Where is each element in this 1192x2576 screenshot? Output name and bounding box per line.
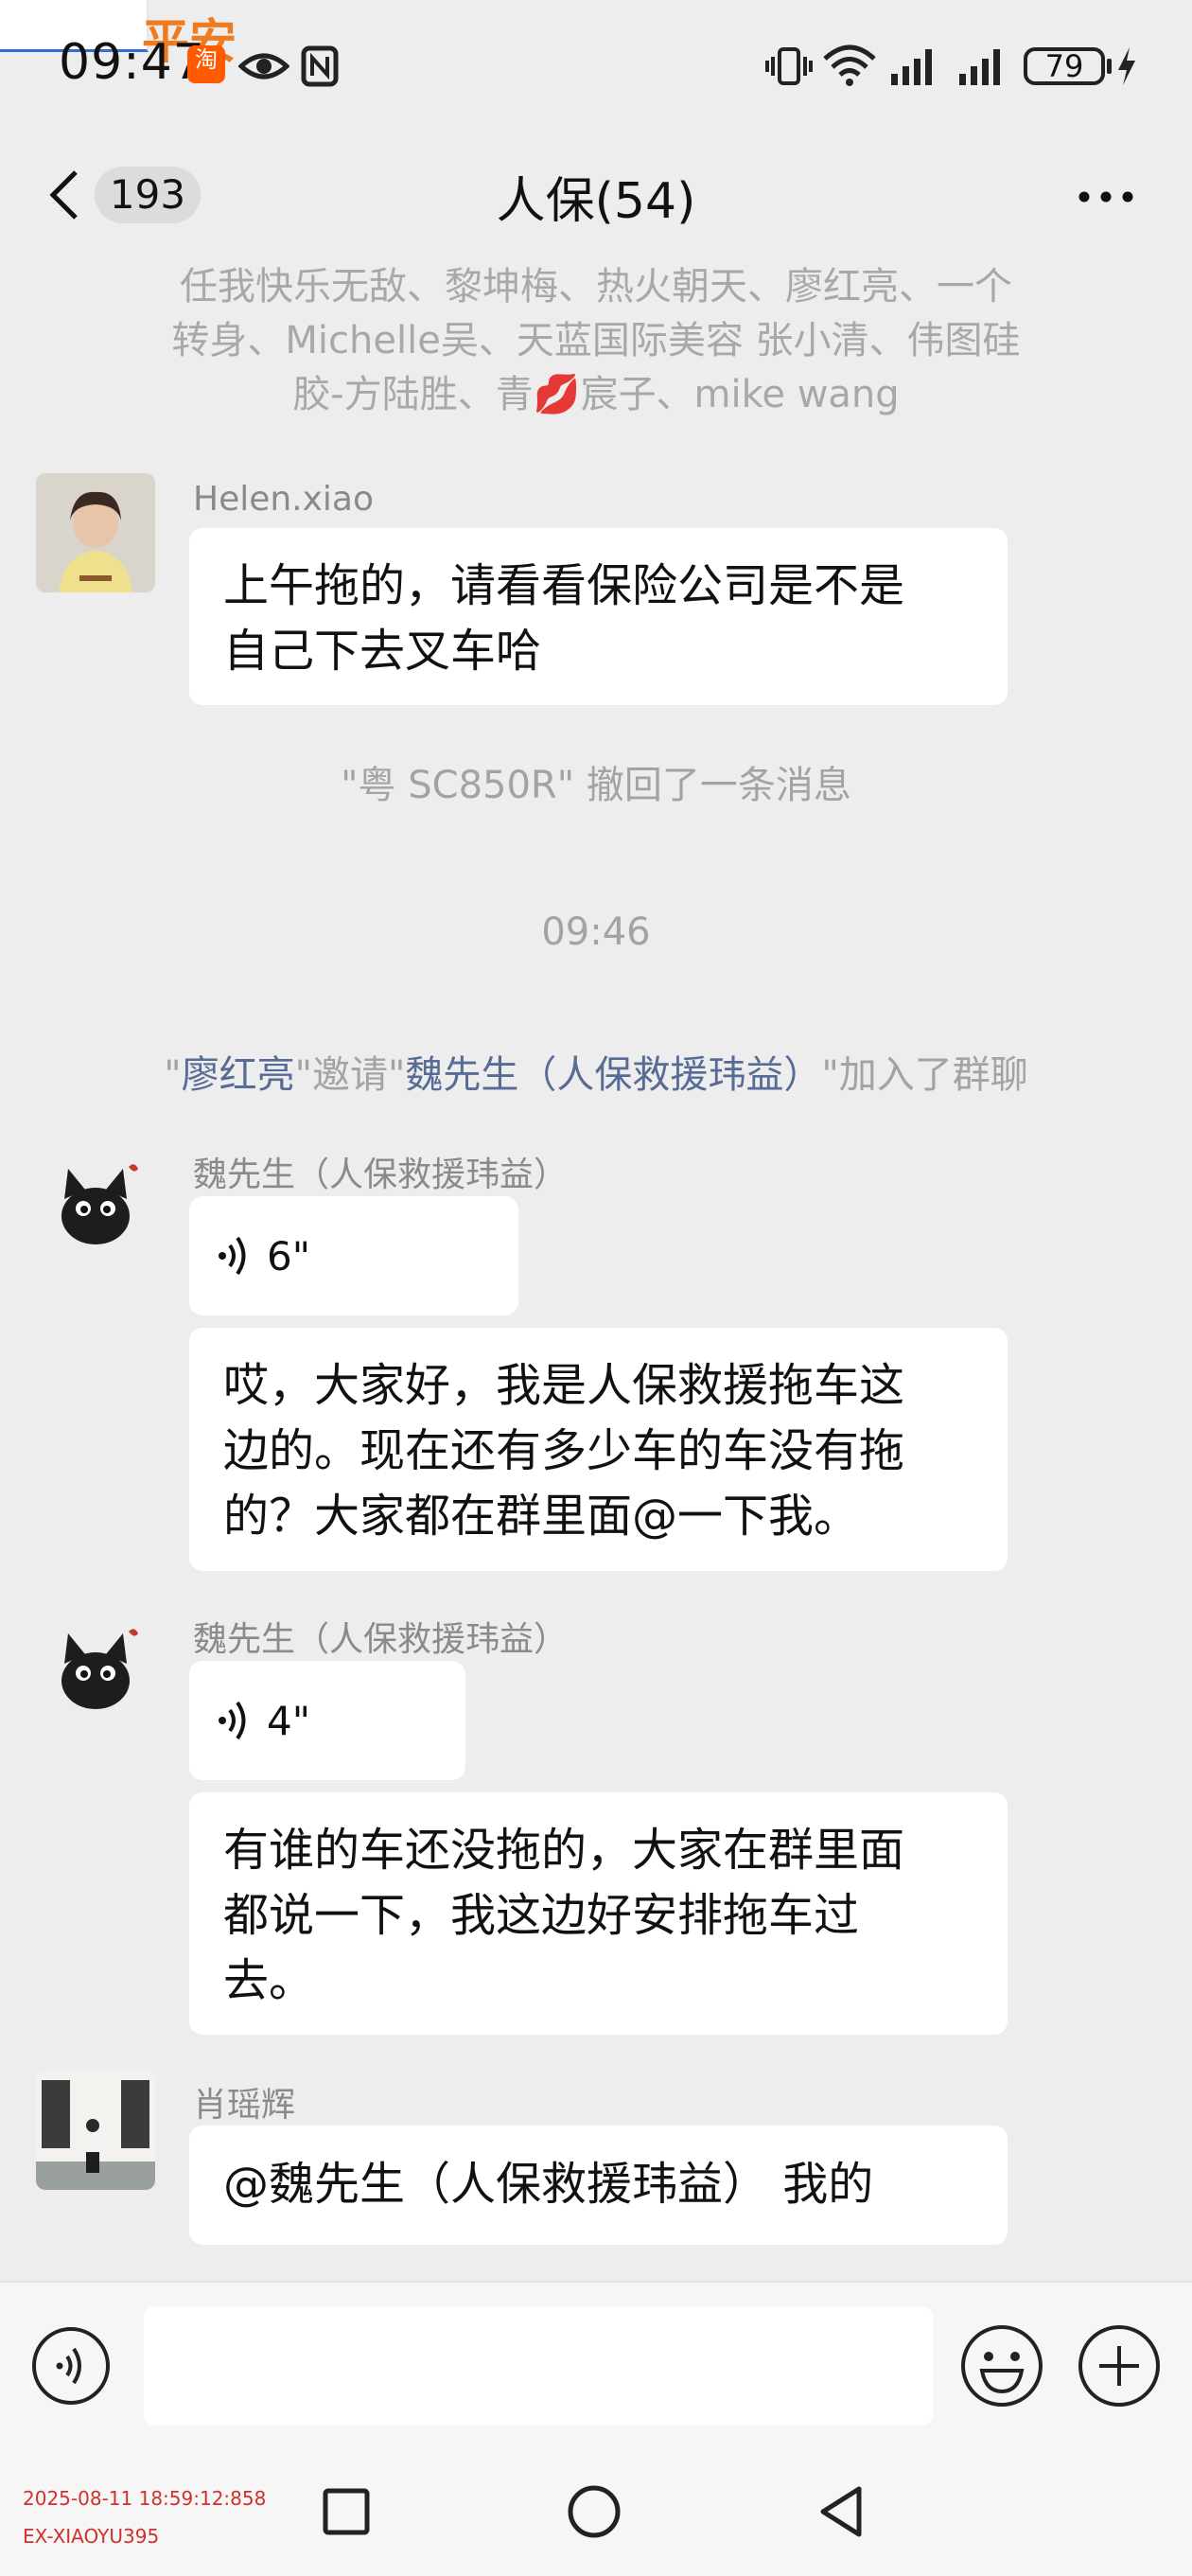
invite-notice: "廖红亮"邀请"魏先生（人保救援玮益）"加入了群聊	[57, 1044, 1135, 1099]
voice-duration: 6"	[267, 1232, 311, 1279]
sender-name: Helen.xiao	[193, 480, 375, 519]
voice-mode-icon[interactable]	[30, 2325, 112, 2407]
invite-verb: "邀请"	[294, 1053, 406, 1097]
sender-name: 肖瑶辉	[193, 2086, 296, 2125]
members-line-3: 胶-方陆胜、青💋宸子、mike wang	[114, 368, 1078, 422]
members-line-1: 任我快乐无敌、黎坤梅、热火朝天、廖红亮、一个	[180, 265, 1012, 309]
recents-square-icon[interactable]	[316, 2481, 377, 2542]
invite-suffix: "加入了群聊	[821, 1053, 1028, 1097]
status-time: 09:47	[59, 34, 205, 91]
message-input[interactable]	[144, 2306, 933, 2426]
avatar-wei[interactable]	[36, 1142, 155, 1262]
message-bubble[interactable]: 哎，大家好，我是人保救援拖车这 边的。现在还有多少车的车没有拖 的？大家都在群里…	[189, 1328, 1008, 1571]
avatar-wei[interactable]	[36, 1607, 155, 1726]
group-members-notice: 任我快乐无敌、黎坤梅、热火朝天、廖红亮、一个 转身、Michelle吴、天蓝国际…	[114, 260, 1078, 422]
signal-icon	[959, 49, 1000, 85]
wifi-icon	[823, 44, 876, 86]
kiss-emoji: 💋	[533, 373, 581, 416]
message-bubble[interactable]: 上午拖的，请看看保险公司是不是 自己下去叉车哈	[189, 528, 1008, 705]
chat-title: 人保(54)	[496, 173, 696, 230]
members-line-3-end: 宸子、mike wang	[580, 373, 900, 416]
plus-circle-icon[interactable]	[1077, 2323, 1162, 2408]
message-line: 的？大家都在群里面@一下我。	[223, 1490, 860, 1543]
invitee-name-link[interactable]: 魏先生（人保救援玮益）	[405, 1053, 821, 1097]
vibrate-icon	[765, 47, 813, 85]
avatar-helen[interactable]	[36, 473, 155, 592]
battery-icon: 79	[1024, 47, 1105, 85]
message-bubble[interactable]: @魏先生（人保救援玮益） 我的	[189, 2126, 1008, 2245]
message-line: @魏先生（人保救援玮益） 我的	[223, 2158, 874, 2211]
eye-icon	[238, 53, 289, 79]
message-line: 上午拖的，请看看保险公司是不是	[223, 559, 905, 612]
emoji-icon[interactable]	[959, 2323, 1044, 2408]
quote-mark: "	[164, 1053, 182, 1097]
screenshot-stamp: 2025-08-11 18:59:12:858 EX-XIAOYU395	[23, 2479, 266, 2555]
more-dots-icon[interactable]	[1077, 187, 1135, 206]
sender-name: 魏先生（人保救援玮益）	[193, 1156, 569, 1194]
sender-name: 魏先生（人保救援玮益）	[193, 1620, 569, 1659]
voice-wave-icon	[219, 1701, 246, 1740]
voice-wave-icon	[219, 1236, 246, 1276]
battery-tip	[1107, 59, 1112, 74]
chevron-left-icon[interactable]	[45, 168, 83, 221]
message-bubble[interactable]: 有谁的车还没拖的，大家在群里面 都说一下，我这边好安排拖车过 去。	[189, 1792, 1008, 2035]
nfc-icon	[301, 45, 339, 87]
back-triangle-icon[interactable]	[812, 2481, 872, 2542]
inviter-name-link[interactable]: 廖红亮	[182, 1053, 295, 1097]
voice-message-bubble[interactable]: 4"	[189, 1661, 465, 1780]
unread-count-badge[interactable]: 193	[95, 167, 201, 223]
message-line: 自己下去叉车哈	[223, 625, 542, 678]
avatar-xiao[interactable]	[36, 2071, 155, 2190]
message-line: 哎，大家好，我是人保救援拖车这	[223, 1359, 905, 1412]
members-line-3-start: 胶-方陆胜、青	[292, 373, 534, 416]
home-circle-icon[interactable]	[564, 2481, 624, 2542]
message-line: 边的。现在还有多少车的车没有拖	[223, 1424, 905, 1477]
members-line-2: 转身、Michelle吴、天蓝国际美容 张小清、伟图硅	[171, 319, 1021, 362]
stamp-user-code: EX-XIAOYU395	[23, 2525, 160, 2548]
voice-message-bubble[interactable]: 6"	[189, 1196, 518, 1315]
recall-notice: "粤 SC850R" 撤回了一条消息	[341, 764, 851, 807]
voice-duration: 4"	[267, 1697, 311, 1744]
taobao-notification-icon: 淘	[187, 45, 225, 83]
time-separator: 09:46	[541, 910, 651, 954]
charging-bolt-icon	[1118, 47, 1135, 85]
message-line: 去。	[223, 1954, 315, 2007]
signal-icon	[891, 49, 932, 85]
message-line: 有谁的车还没拖的，大家在群里面	[223, 1824, 905, 1877]
message-line: 都说一下，我这边好安排拖车过	[223, 1889, 860, 1942]
stamp-timestamp: 2025-08-11 18:59:12:858	[23, 2487, 267, 2510]
